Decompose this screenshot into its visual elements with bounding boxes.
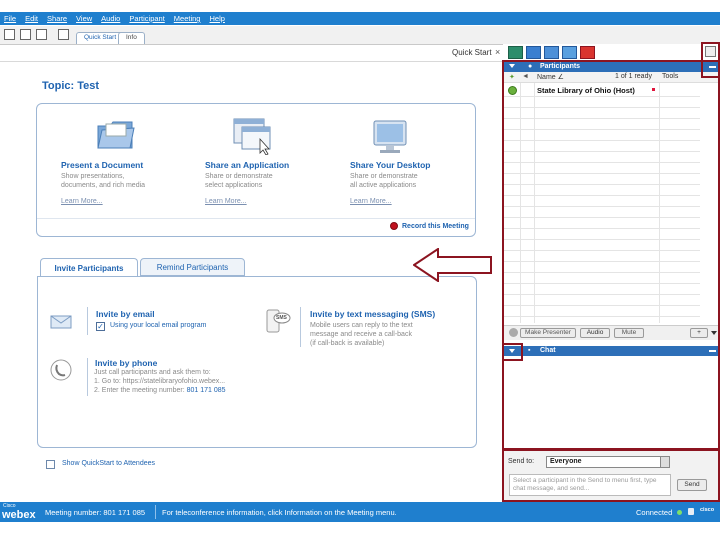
- panel-options-highlight: [701, 42, 720, 78]
- menu-meeting[interactable]: Meeting: [174, 14, 201, 23]
- participants-highlight: [502, 60, 720, 450]
- share-desktop-learn-more[interactable]: Learn More...: [350, 198, 392, 205]
- phone-desc-line-1: Just call participants and ask them to:: [94, 369, 211, 376]
- teleconference-info: For teleconference information, click In…: [162, 508, 397, 517]
- menu-view[interactable]: View: [76, 14, 92, 23]
- phone-desc-line-3: 2. Enter the meeting number: 801 171 085: [94, 386, 226, 395]
- present-document-learn-more[interactable]: Learn More...: [61, 198, 103, 205]
- tab-remind-participants[interactable]: Remind Participants: [140, 258, 245, 276]
- monitor-icon: [373, 120, 407, 153]
- present-document-title[interactable]: Present a Document: [61, 160, 143, 170]
- tab-info[interactable]: Info: [118, 32, 145, 44]
- cisco-logo: cisco: [700, 507, 715, 513]
- page-title: Topic: Test: [42, 80, 100, 92]
- edit-icon[interactable]: [58, 29, 69, 40]
- lock-icon: [688, 508, 694, 515]
- sms-phone-icon: [266, 309, 291, 333]
- left-arrow-annotation: [413, 248, 492, 282]
- phone-step-label: 2. Enter the meeting number:: [94, 387, 185, 394]
- email-program-label[interactable]: Using your local email program: [110, 322, 206, 329]
- meeting-number: Meeting number: 801 171 085: [45, 508, 146, 517]
- divider: [37, 218, 475, 219]
- connection-indicator-icon: [677, 510, 682, 515]
- polling-panel-icon[interactable]: [562, 46, 577, 59]
- menu-audio[interactable]: Audio: [101, 14, 120, 23]
- folder-icon: [97, 121, 135, 149]
- menu-file[interactable]: File: [4, 14, 16, 23]
- divider: [300, 307, 301, 347]
- menu-edit[interactable]: Edit: [25, 14, 38, 23]
- share-desktop-desc: Share or demonstrate: [350, 173, 418, 180]
- close-icon[interactable]: ×: [495, 47, 500, 57]
- tab-quick-start[interactable]: Quick Start: [76, 32, 125, 44]
- copy-icon[interactable]: [20, 29, 31, 40]
- invite-sms-title[interactable]: Invite by text messaging (SMS): [310, 309, 435, 319]
- record-icon[interactable]: [390, 222, 398, 230]
- sms-desc-line-3: (if call-back is available): [310, 340, 385, 347]
- webex-logo: webex: [2, 509, 36, 521]
- chat-panel-icon[interactable]: [526, 46, 541, 59]
- envelope-icon: [50, 315, 72, 329]
- present-document-desc-2: documents, and rich media: [61, 182, 146, 189]
- share-application-desc-2: select applications: [205, 182, 263, 189]
- sms-desc-line-2: message and receive a call-back: [310, 331, 412, 338]
- invite-email-title: Invite by email: [96, 309, 155, 319]
- application-window-icon: [233, 118, 271, 155]
- notes-panel-icon[interactable]: [544, 46, 559, 59]
- sms-badge: SMS: [276, 315, 287, 321]
- invite-phone-title: Invite by phone: [95, 358, 158, 368]
- sms-desc-line-1: Mobile users can reply to the text: [310, 322, 413, 329]
- participants-panel-icon[interactable]: [508, 46, 523, 59]
- tab-invite-participants[interactable]: Invite Participants: [40, 258, 138, 277]
- toolbar: Quick Start Info: [0, 26, 720, 45]
- email-program-checkbox[interactable]: ✓: [96, 322, 105, 331]
- quick-start-label: Quick Start: [452, 48, 492, 57]
- chat-collapse-highlight: [502, 343, 523, 361]
- present-document-desc: Show presentations,: [61, 173, 125, 180]
- status-divider: [155, 505, 156, 519]
- menu-help[interactable]: Help: [209, 14, 224, 23]
- show-quickstart-checkbox[interactable]: [46, 460, 55, 469]
- phone-icon: [50, 359, 72, 381]
- menu-share[interactable]: Share: [47, 14, 67, 23]
- record-panel-icon[interactable]: [580, 46, 595, 59]
- menu-bar: File Edit Share View Audio Participant M…: [0, 12, 720, 25]
- share-desktop-title[interactable]: Share Your Desktop: [350, 160, 430, 170]
- divider: [87, 358, 88, 396]
- chat-compose-highlight: [502, 449, 720, 502]
- new-document-icon[interactable]: [4, 29, 15, 40]
- share-application-desc: Share or demonstrate: [205, 173, 273, 180]
- show-quickstart-label[interactable]: Show QuickStart to Attendees: [62, 460, 155, 467]
- phone-desc-line-2: 1. Go to: https://statelibraryofohio.web…: [94, 378, 226, 385]
- connection-status: Connected: [636, 508, 673, 517]
- window-icon[interactable]: [36, 29, 47, 40]
- share-application-title[interactable]: Share an Application: [205, 160, 289, 170]
- share-desktop-desc-2: all active applications: [350, 182, 417, 189]
- record-meeting-link[interactable]: Record this Meeting: [402, 223, 469, 230]
- share-application-learn-more[interactable]: Learn More...: [205, 198, 247, 205]
- divider: [87, 307, 88, 335]
- menu-participant[interactable]: Participant: [129, 14, 164, 23]
- meeting-number-link[interactable]: 801 171 085: [187, 387, 226, 394]
